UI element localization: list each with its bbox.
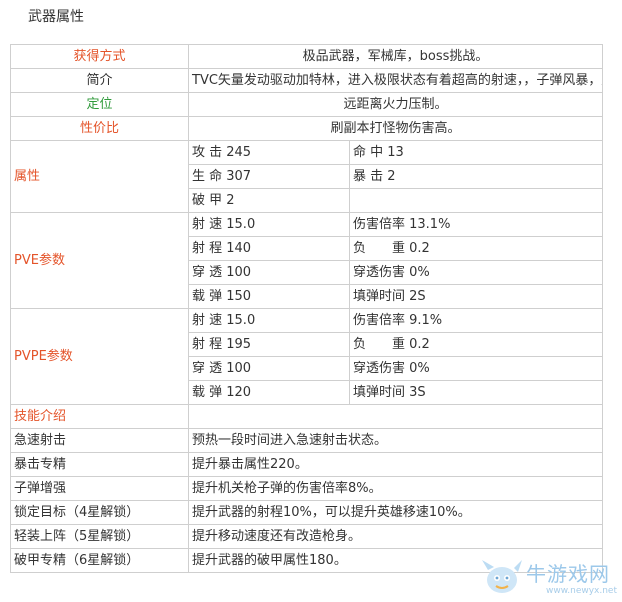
pve-cell: 穿透伤害 0% <box>348 260 604 285</box>
pve-row: PVE参数 射 速 15.0 伤害倍率 13.1% <box>10 212 604 309</box>
attribute-cell: 攻 击 245 <box>188 140 350 165</box>
skill-desc: 提升移动速度还有改造枪身。 <box>187 524 604 549</box>
attribute-cell: 暴 击 2 <box>348 164 604 189</box>
skill-desc: 提升武器的射程10%，可以提升英雄移速10%。 <box>187 500 604 525</box>
pvpe-cell: 射 程 195 <box>188 332 350 357</box>
pvpe-label: PVPE参数 <box>10 308 189 405</box>
skill-row: 暴击专精 提升暴击属性220。 <box>10 452 604 477</box>
pve-cell: 穿 透 100 <box>188 260 350 285</box>
skill-name: 锁定目标（4星解锁） <box>10 500 189 525</box>
weapon-attributes-table: 获得方式 极品武器，军械库，boss挑战。 简介 TVC矢量发动驱动加特林，进入… <box>10 44 604 573</box>
skill-desc: 提升暴击属性220。 <box>187 452 604 477</box>
watermark-text: 牛游戏网 <box>526 562 610 586</box>
attribute-cell: 生 命 307 <box>188 164 350 189</box>
value-ratio-row: 性价比 刷副本打怪物伤害高。 <box>10 116 604 141</box>
role-row: 定位 远距离火力压制。 <box>10 92 604 117</box>
role-value: 远距离火力压制。 <box>187 92 604 117</box>
skill-name: 暴击专精 <box>10 452 189 477</box>
pve-cell: 填弹时间 2S <box>348 284 604 309</box>
skill-row: 急速射击 预热一段时间进入急速射击状态。 <box>10 428 604 453</box>
intro-row: 简介 TVC矢量发动驱动加特林，进入极限状态有着超高的射速，，子弹风暴，超远距离… <box>10 68 604 93</box>
attribute-cell: 破 甲 2 <box>188 188 350 213</box>
value-ratio-label: 性价比 <box>10 116 189 141</box>
pvpe-cell: 载 弹 120 <box>188 380 350 405</box>
skill-row: 子弹增强 提升机关枪子弹的伤害倍率8%。 <box>10 476 604 501</box>
skills-header-row: 技能介绍 <box>10 404 604 429</box>
pvpe-cell: 射 速 15.0 <box>188 308 350 333</box>
acquire-label: 获得方式 <box>10 44 189 69</box>
role-label: 定位 <box>10 92 189 117</box>
intro-label: 简介 <box>10 68 189 93</box>
attribute-cell: 命 中 13 <box>348 140 604 165</box>
skill-name: 破甲专精（6星解锁） <box>10 548 189 573</box>
intro-value: TVC矢量发动驱动加特林，进入极限状态有着超高的射速，，子弹风暴，超远距离的连续… <box>187 68 604 93</box>
pvpe-cell: 填弹时间 3S <box>348 380 604 405</box>
pve-cell: 射 程 140 <box>188 236 350 261</box>
pvpe-cell: 负 重 0.2 <box>348 332 604 357</box>
skill-name: 急速射击 <box>10 428 189 453</box>
pvpe-row: PVPE参数 射 速 15.0 伤害倍率 9.1% <box>10 308 604 405</box>
page-heading: 武器属性 <box>28 9 84 25</box>
skill-row: 锁定目标（4星解锁） 提升武器的射程10%，可以提升英雄移速10%。 <box>10 500 604 525</box>
pve-label: PVE参数 <box>10 212 189 309</box>
acquire-value: 极品武器，军械库，boss挑战。 <box>187 44 604 69</box>
attributes-row: 属性 攻 击 245 命 中 13 <box>10 140 604 213</box>
pve-cell: 伤害倍率 13.1% <box>348 212 604 237</box>
skill-desc: 预热一段时间进入急速射击状态。 <box>187 428 604 453</box>
pve-cell: 射 速 15.0 <box>188 212 350 237</box>
pvpe-cell: 穿 透 100 <box>188 356 350 381</box>
attribute-cell <box>348 188 604 213</box>
pve-cell: 负 重 0.2 <box>348 236 604 261</box>
skill-name: 子弹增强 <box>10 476 189 501</box>
skills-header-empty <box>187 404 604 429</box>
watermark-url: www.newyx.net <box>546 586 618 596</box>
acquire-row: 获得方式 极品武器，军械库，boss挑战。 <box>10 44 604 69</box>
pvpe-cell: 伤害倍率 9.1% <box>348 308 604 333</box>
skill-row: 轻装上阵（5星解锁） 提升移动速度还有改造枪身。 <box>10 524 604 549</box>
skills-label: 技能介绍 <box>10 404 189 429</box>
attributes-label: 属性 <box>10 140 189 213</box>
pve-cell: 载 弹 150 <box>188 284 350 309</box>
pvpe-cell: 穿透伤害 0% <box>348 356 604 381</box>
skill-desc: 提升机关枪子弹的伤害倍率8%。 <box>187 476 604 501</box>
skill-name: 轻装上阵（5星解锁） <box>10 524 189 549</box>
value-ratio-value: 刷副本打怪物伤害高。 <box>187 116 604 141</box>
